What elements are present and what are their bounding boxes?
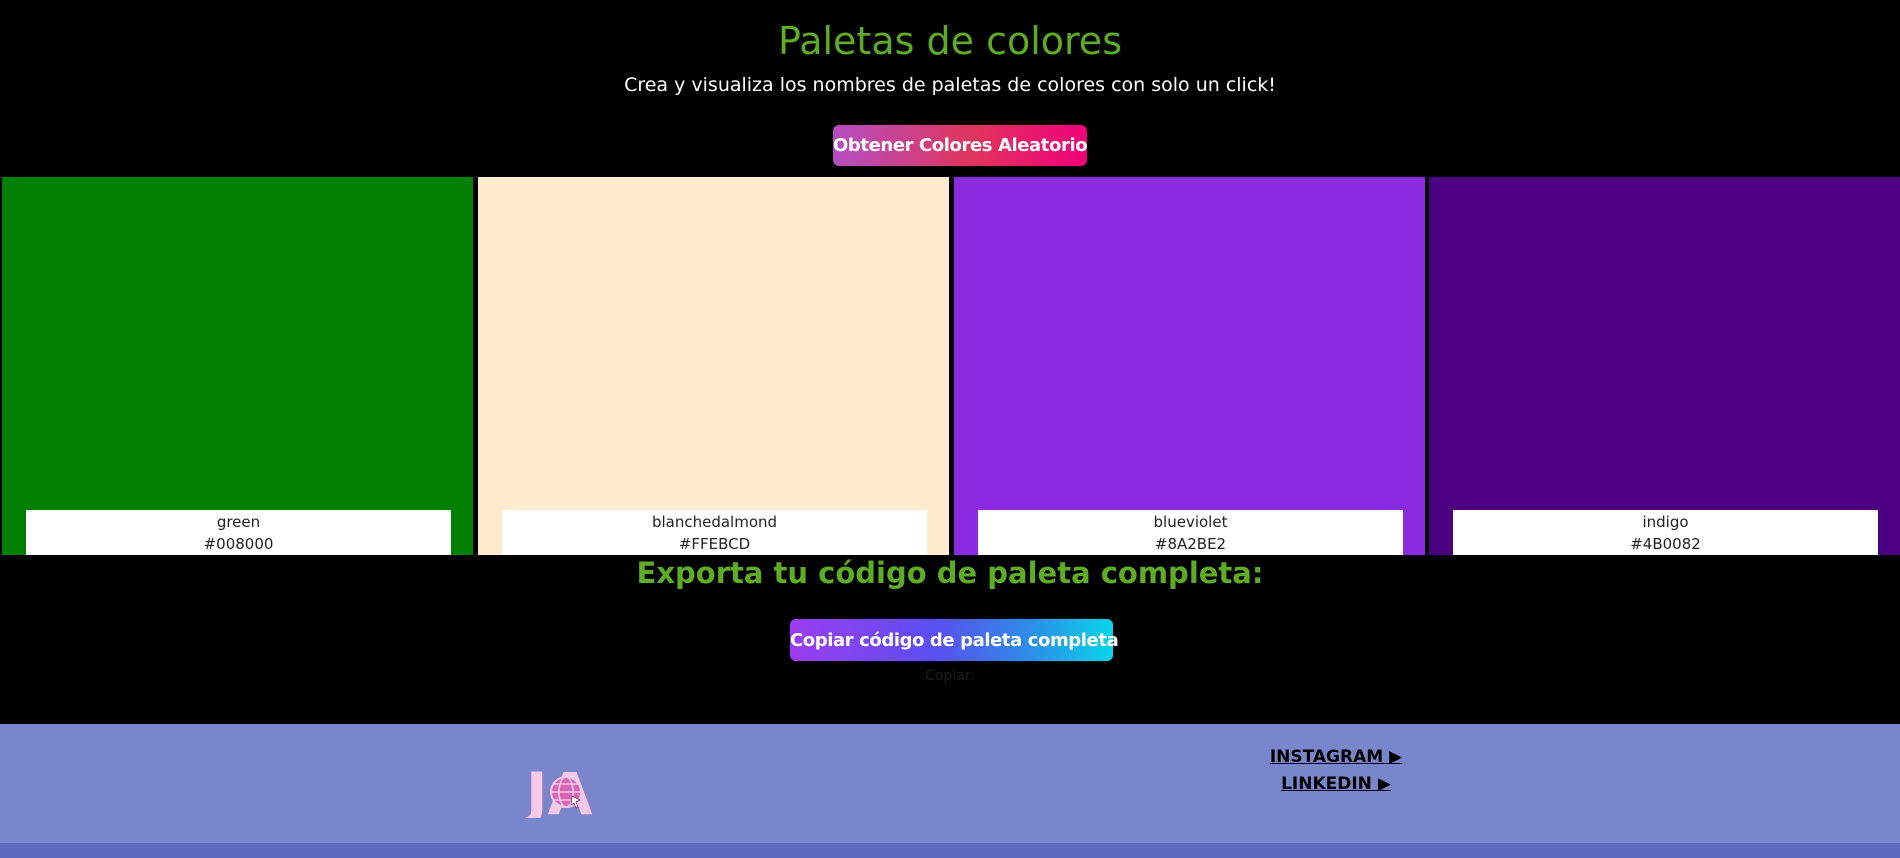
random-colors-button[interactable]: Obtener Colores Aleatorio xyxy=(833,125,1088,166)
page: Paletas de colores Crea y visualiza los … xyxy=(0,0,1900,858)
color-hex: #FFEBCD xyxy=(678,535,751,553)
export-title: Exporta tu código de paleta completa: xyxy=(636,556,1264,590)
color-hex: #4B0082 xyxy=(1630,535,1701,553)
color-name: green xyxy=(216,513,261,531)
swatch-label: blanchedalmond #FFEBCD xyxy=(502,510,927,555)
copy-output: Copiar: xyxy=(925,668,975,684)
social-links: INSTAGRAM ▶ LINKEDIN ▶ xyxy=(1236,744,1436,798)
swatch-label: indigo #4B0082 xyxy=(1453,510,1878,555)
color-swatch[interactable]: indigo #4B0082 xyxy=(1429,177,1900,555)
color-palette: green #008000 blanchedalmond #FFEBCD blu… xyxy=(0,177,1900,555)
color-swatch[interactable]: blueviolet #8A2BE2 xyxy=(954,177,1425,555)
color-swatch[interactable]: blanchedalmond #FFEBCD xyxy=(478,177,949,555)
swatch-label: green #008000 xyxy=(26,510,451,555)
color-name: blanchedalmond xyxy=(651,513,778,531)
linkedin-link[interactable]: LINKEDIN ▶ xyxy=(1236,771,1436,798)
page-title: Paletas de colores xyxy=(778,19,1122,63)
color-hex: #8A2BE2 xyxy=(1154,535,1227,553)
instagram-link[interactable]: INSTAGRAM ▶ xyxy=(1236,744,1436,771)
color-swatch[interactable]: green #008000 xyxy=(2,177,473,555)
color-name: indigo xyxy=(1642,513,1689,531)
footer-bottom-bar xyxy=(0,843,1900,858)
color-hex: #008000 xyxy=(203,535,274,553)
logo-icon[interactable]: JA xyxy=(526,762,610,818)
footer xyxy=(0,724,1900,843)
swatch-label: blueviolet #8A2BE2 xyxy=(978,510,1403,555)
globe-icon xyxy=(550,776,582,809)
copy-palette-button[interactable]: Copiar código de paleta completa xyxy=(790,619,1119,661)
page-subtitle: Crea y visualiza los nombres de paletas … xyxy=(624,74,1276,96)
color-name: blueviolet xyxy=(1153,513,1228,531)
